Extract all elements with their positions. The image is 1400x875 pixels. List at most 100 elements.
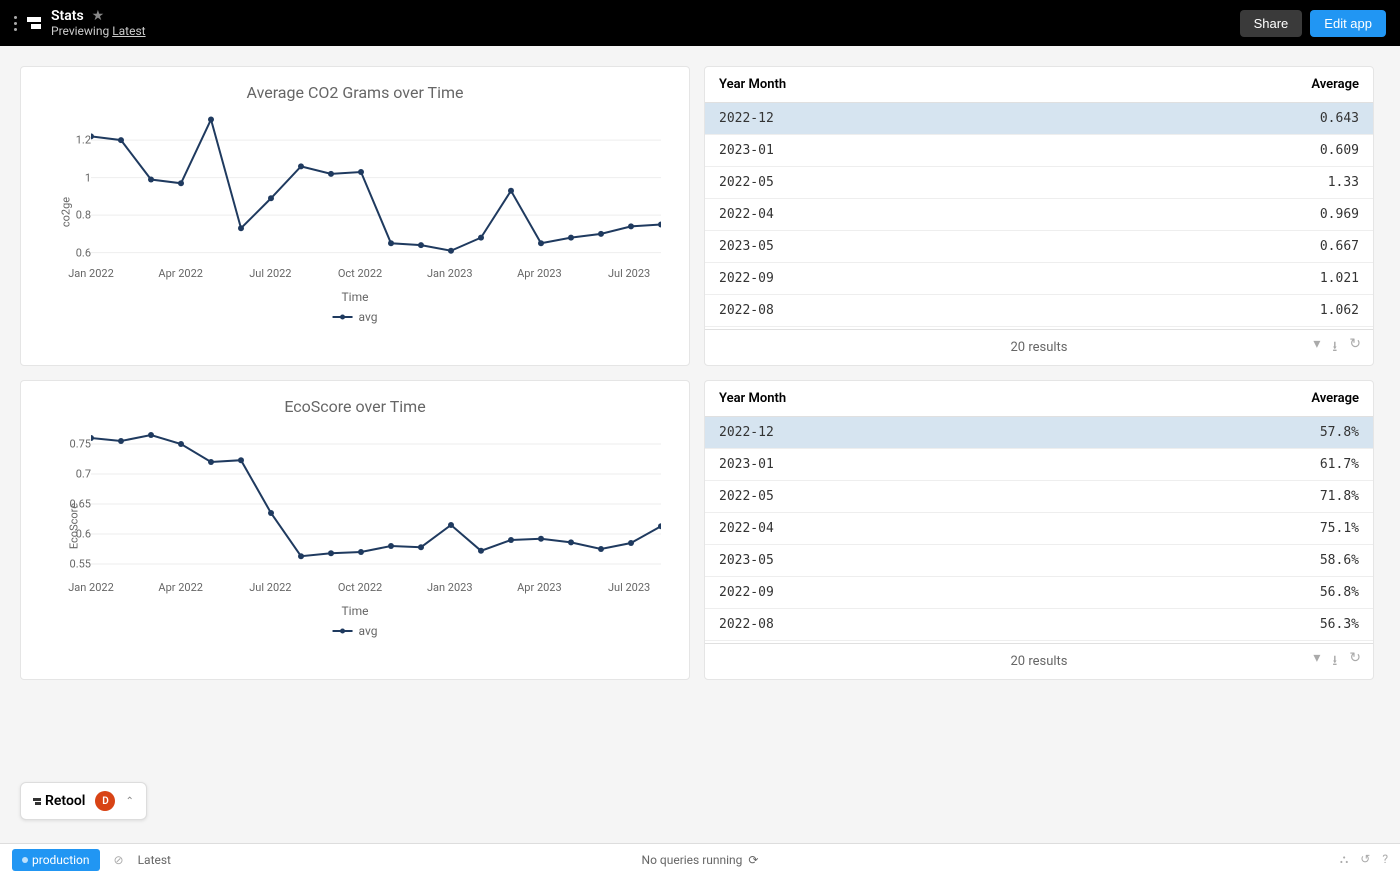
share-button[interactable]: Share	[1240, 10, 1303, 37]
cell-year-month: 2022-09	[719, 585, 774, 600]
x-tick-label: Jul 2023	[608, 267, 650, 280]
x-ticks: Jan 2022Apr 2022Jul 2022Oct 2022Jan 2023…	[91, 581, 659, 601]
cell-average: 57.8%	[1320, 425, 1359, 440]
download-icon[interactable]: ⭳	[1332, 650, 1337, 674]
retool-logo: Retool	[33, 793, 85, 809]
col-header-year-month[interactable]: Year Month	[719, 77, 786, 92]
table-row[interactable]: 2022-120.643	[705, 103, 1373, 135]
cell-year-month: 2022-04	[719, 521, 774, 536]
table-header: Year Month Average	[705, 67, 1373, 103]
version-link[interactable]: Latest	[112, 24, 145, 38]
app-logo-icon	[27, 17, 41, 29]
col-header-average[interactable]: Average	[1311, 391, 1359, 406]
x-tick-label: Jul 2023	[608, 581, 650, 594]
cell-year-month: 2022-08	[719, 617, 774, 632]
edit-app-button[interactable]: Edit app	[1310, 10, 1386, 37]
co2-chart-panel: Average CO2 Grams over Time co2ge 0.60.8…	[20, 66, 690, 366]
debug-icon[interactable]: ⛬	[1340, 852, 1348, 867]
table-footer: 20 results ▾ ⭳ ↻	[705, 643, 1373, 679]
refresh-icon[interactable]: ⟳	[748, 853, 758, 867]
retool-floating-panel[interactable]: Retool D ⌃	[20, 782, 147, 820]
preview-subtitle: Previewing Latest	[51, 24, 146, 38]
table-row[interactable]: 2022-04 75.1%	[705, 513, 1373, 545]
table-row[interactable]: 2022-09 56.8%	[705, 577, 1373, 609]
x-tick-label: Apr 2023	[517, 581, 562, 594]
table-body[interactable]: 2022-1257.8%2023-0161.7%2022-0571.8%2022…	[705, 417, 1373, 643]
cell-average: 56.3%	[1320, 617, 1359, 632]
chart-title: Average CO2 Grams over Time	[41, 83, 669, 102]
menu-icon[interactable]	[14, 16, 17, 31]
x-tick-label: Jan 2023	[427, 267, 473, 280]
table-row[interactable]: 2023-01 61.7%	[705, 449, 1373, 481]
cell-average: 1.062	[1320, 303, 1359, 318]
refresh-icon[interactable]: ↻	[1349, 650, 1361, 674]
y-tick-label: 0.55	[70, 558, 91, 571]
results-count: 20 results	[1010, 654, 1067, 669]
col-header-average[interactable]: Average	[1311, 77, 1359, 92]
y-tick-label: 0.8	[76, 209, 91, 222]
cell-average: 61.7%	[1320, 457, 1359, 472]
table-row[interactable]: 2022-04 0.969	[705, 199, 1373, 231]
cell-average: 0.643	[1320, 111, 1359, 126]
cell-year-month: 2022-05	[719, 175, 774, 190]
table-footer: 20 results ▾ ⭳ ↻	[705, 329, 1373, 365]
table-body[interactable]: 2022-120.6432023-010.6092022-051.332022-…	[705, 103, 1373, 329]
cell-average: 0.969	[1320, 207, 1359, 222]
cell-average: 75.1%	[1320, 521, 1359, 536]
x-tick-label: Jan 2022	[68, 267, 114, 280]
table-row[interactable]: 2022-08 1.062	[705, 295, 1373, 327]
cell-year-month: 2023-05	[719, 239, 774, 254]
download-icon[interactable]: ⭳	[1332, 336, 1337, 360]
chart-svg[interactable]	[91, 112, 661, 262]
chart-svg[interactable]	[91, 426, 661, 576]
chart-legend: avg	[333, 310, 378, 324]
refresh-icon[interactable]: ↻	[1349, 336, 1361, 360]
cell-year-month: 2022-04	[719, 207, 774, 222]
x-axis-label: Time	[342, 604, 369, 618]
page-title: Stats	[51, 8, 84, 24]
version-label[interactable]: Latest	[138, 853, 171, 867]
table-row[interactable]: 2023-010.609	[705, 135, 1373, 167]
x-tick-label: Jan 2022	[68, 581, 114, 594]
cell-average: 0.667	[1320, 239, 1359, 254]
table-row[interactable]: 2023-05 0.667	[705, 231, 1373, 263]
cell-year-month: 2023-01	[719, 143, 774, 158]
tag-icon: ⊘	[114, 853, 124, 867]
history-icon[interactable]: ↺	[1360, 852, 1370, 867]
x-tick-label: Oct 2022	[338, 581, 382, 594]
results-count: 20 results	[1010, 340, 1067, 355]
star-icon[interactable]: ★	[92, 8, 105, 24]
y-ticks: 0.60.811.2	[61, 112, 91, 262]
avatar[interactable]: D	[95, 791, 115, 811]
app-header: Stats ★ Previewing Latest Share Edit app	[0, 0, 1400, 46]
y-tick-label: 0.7	[76, 468, 91, 481]
filter-icon[interactable]: ▾	[1313, 650, 1320, 674]
cell-year-month: 2022-09	[719, 271, 774, 286]
chevron-up-icon[interactable]: ⌃	[125, 796, 133, 807]
help-icon[interactable]: ?	[1382, 852, 1388, 867]
y-tick-label: 0.6	[76, 246, 91, 259]
cell-average: 1.021	[1320, 271, 1359, 286]
co2-table-panel: Year Month Average 2022-120.6432023-010.…	[704, 66, 1374, 366]
cell-year-month: 2023-01	[719, 457, 774, 472]
table-row[interactable]: 2022-12 57.8%	[705, 417, 1373, 449]
filter-icon[interactable]: ▾	[1313, 336, 1320, 360]
cell-year-month: 2022-12	[719, 425, 774, 440]
cell-year-month: 2022-08	[719, 303, 774, 318]
environment-badge[interactable]: production	[12, 849, 100, 871]
status-bar: production ⊘ Latest No queries running ⟳…	[0, 843, 1400, 875]
table-row[interactable]: 2023-0558.6%	[705, 545, 1373, 577]
x-tick-label: Jan 2023	[427, 581, 473, 594]
chart-title: EcoScore over Time	[41, 397, 669, 416]
table-row[interactable]: 2022-09 1.021	[705, 263, 1373, 295]
table-row[interactable]: 2022-05 1.33	[705, 167, 1373, 199]
col-header-year-month[interactable]: Year Month	[719, 391, 786, 406]
cell-average: 1.33	[1328, 175, 1359, 190]
cell-average: 56.8%	[1320, 585, 1359, 600]
ecoscore-table-panel: Year Month Average 2022-12 57.8% 2023-01 61…	[704, 380, 1374, 680]
x-ticks: Jan 2022Apr 2022Jul 2022Oct 2022Jan 2023…	[91, 267, 659, 287]
table-row[interactable]: 2022-08 56.3%	[705, 609, 1373, 641]
y-tick-label: 0.6	[76, 528, 91, 541]
table-row[interactable]: 2022-0571.8%	[705, 481, 1373, 513]
x-tick-label: Apr 2022	[158, 581, 203, 594]
